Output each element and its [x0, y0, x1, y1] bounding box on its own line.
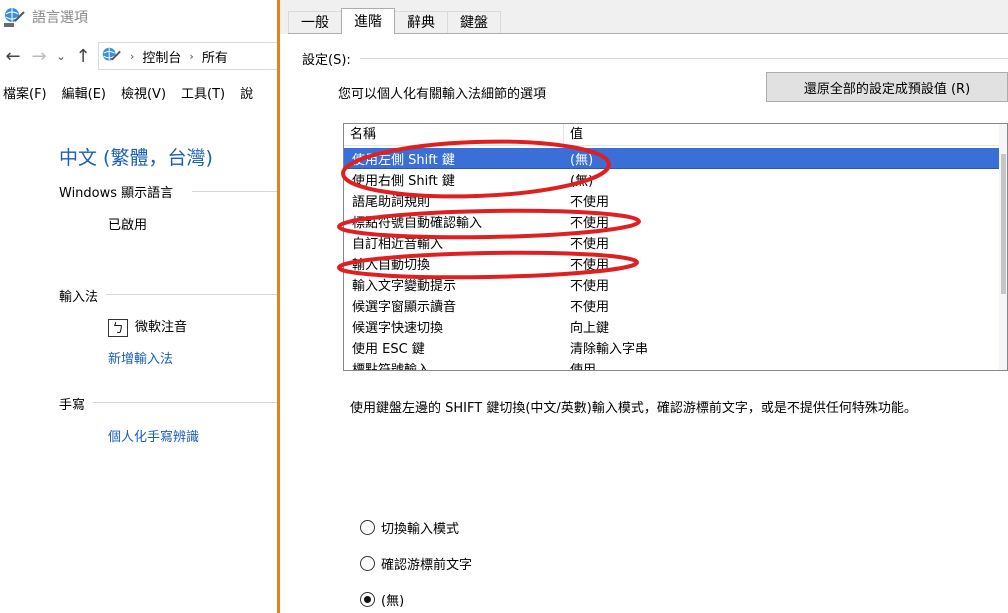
ime-settings-dialog: 一般 進階 辭典 鍵盤 設定(S): 您可以個人化有關輸入法細節的選項 還原全部… [280, 0, 1008, 613]
address-bar[interactable]: › 控制台 › 所有 [98, 42, 279, 70]
scrollbar-thumb[interactable] [1001, 154, 1006, 294]
table-row[interactable]: 標點符號自動確認輸入 不使用 [344, 211, 1000, 232]
display-language-status: 已啟用 [108, 218, 148, 233]
table-row[interactable]: 使用右側 Shift 鍵 (無) [344, 169, 1000, 190]
personalize-handwriting-link[interactable]: 個人化手寫辨識 [108, 426, 199, 445]
radio-label: (無) [381, 594, 405, 609]
table-row[interactable]: 語尾助詞規則 不使用 [344, 190, 1000, 211]
up-arrow-icon[interactable]: ↑ [70, 42, 96, 70]
setting-value: 不使用 [570, 300, 610, 315]
divider [192, 191, 279, 192]
divider [360, 58, 1008, 59]
setting-value: 不使用 [570, 258, 610, 273]
tab-general[interactable]: 一般 [288, 11, 342, 34]
divider [93, 402, 279, 403]
setting-value: 不使用 [570, 279, 610, 294]
setting-name: 候選字窗顯示讀音 [352, 300, 457, 315]
forward-arrow-icon[interactable]: → [26, 42, 52, 70]
setting-name: 使用 ESC 鍵 [352, 342, 425, 357]
radio-toggle-input-mode[interactable]: 切換輸入模式 [360, 518, 459, 537]
window-title: 語言選項 [32, 10, 88, 26]
column-value[interactable]: 值 [564, 124, 1007, 146]
setting-name: 自訂相近音輸入 [352, 237, 444, 252]
ime-name: 微軟注音 [135, 320, 188, 335]
settings-list[interactable]: 名稱 值 使用左側 Shift 鍵 (無) 使用右側 Shift 鍵 (無) 語尾助詞規… [343, 123, 1008, 371]
tab-strip: 一般 進階 辭典 鍵盤 [288, 8, 501, 34]
setting-value: (無) [570, 174, 594, 189]
radio-label: 確認游標前文字 [381, 558, 473, 573]
table-row[interactable]: 自訂相近音輸入 不使用 [344, 232, 1000, 253]
option-explanation: 使用鍵盤左邊的 SHIFT 鍵切換(中文/英數)輸入模式，確認游標前文字，或是不… [350, 401, 917, 416]
column-name[interactable]: 名稱 [344, 124, 564, 146]
bopomofo-icon: ㄅ [108, 318, 128, 337]
radio-label: 切換輸入模式 [381, 522, 460, 537]
page-title: 中文 (繁體，台灣) [59, 147, 213, 169]
setting-name: 輸入自動切換 [352, 258, 431, 273]
tab-panel-border [288, 33, 1008, 34]
chevron-right-icon: › [130, 49, 135, 63]
radio-button[interactable] [360, 556, 375, 571]
table-row[interactable]: 輸入自動切換 不使用 [344, 253, 1000, 274]
table-row[interactable]: 輸入文字變動提示 不使用 [344, 274, 1000, 295]
menu-file[interactable]: 檔案(F) [3, 83, 47, 102]
menu-tools[interactable]: 工具(T) [181, 83, 225, 102]
setting-name: 使用右側 Shift 鍵 [352, 174, 455, 189]
menu-view[interactable]: 檢視(V) [121, 83, 166, 102]
recent-dropdown-icon[interactable]: ⌄ [52, 42, 70, 70]
ime-entry[interactable]: ㄅ微軟注音 [108, 316, 187, 337]
breadcrumb-control-panel[interactable]: 控制台 [142, 47, 181, 66]
setting-name: 使用左側 Shift 鍵 [352, 153, 455, 168]
setting-value: 清除輸入字串 [570, 342, 649, 357]
radio-button[interactable] [360, 520, 375, 535]
setting-value: 不使用 [570, 195, 610, 210]
control-panel-icon [102, 47, 121, 61]
title-bar: 語言選項 [0, 0, 279, 34]
tab-keyboard[interactable]: 鍵盤 [447, 11, 501, 34]
table-row[interactable]: 候選字快速切換 向上鍵 [344, 316, 1000, 337]
divider [106, 294, 279, 295]
radio-none[interactable]: (無) [360, 590, 404, 609]
setting-value: 向上鍵 [570, 321, 610, 336]
setting-name: 輸入文字變動提示 [352, 279, 457, 294]
setting-value: 不使用 [570, 216, 610, 231]
menu-bar: 檔案(F) 編輯(E) 檢視(V) 工具(T) 說 [0, 80, 279, 104]
setting-name: 語尾助詞規則 [352, 195, 431, 210]
setting-name: 標點符號輸入 [352, 363, 431, 371]
setting-value: (無) [570, 153, 594, 168]
add-input-method-link[interactable]: 新增輸入法 [108, 348, 173, 367]
display-language-label: Windows 顯示語言 [59, 186, 174, 201]
language-options-window: 語言選項 ← → ⌄ ↑ › 控制台 › 所有 檔案(F) 編輯(E) 檢視(V… [0, 0, 279, 613]
reset-defaults-button[interactable]: 還原全部的設定成預設值 (R) [766, 72, 1008, 102]
settings-description: 您可以個人化有關輸入法細節的選項 [338, 87, 547, 102]
table-row[interactable]: 使用左側 Shift 鍵 (無) [344, 148, 1000, 169]
radio-confirm-text[interactable]: 確認游標前文字 [360, 554, 472, 573]
tab-dictionary[interactable]: 辭典 [394, 11, 448, 34]
back-arrow-icon[interactable]: ← [0, 42, 26, 70]
chevron-right-icon: › [189, 49, 194, 63]
breadcrumb-all[interactable]: 所有 [202, 47, 228, 66]
scrollbar[interactable] [999, 124, 1007, 370]
input-method-label: 輸入法 [59, 290, 99, 305]
tab-advanced[interactable]: 進階 [341, 8, 395, 34]
table-row[interactable]: 標點符號輸入 使用 [344, 358, 1000, 371]
table-row[interactable]: 候選字窗顯示讀音 不使用 [344, 295, 1000, 316]
setting-name: 標點符號自動確認輸入 [352, 216, 483, 231]
settings-label: 設定(S): [302, 53, 351, 68]
setting-value: 不使用 [570, 237, 610, 252]
table-row[interactable]: 使用 ESC 鍵 清除輸入字串 [344, 337, 1000, 358]
menu-edit[interactable]: 編輯(E) [62, 83, 106, 102]
list-rows: 使用左側 Shift 鍵 (無) 使用右側 Shift 鍵 (無) 語尾助詞規則 不使用標… [344, 148, 1000, 371]
setting-name: 候選字快速切換 [352, 321, 444, 336]
radio-button[interactable] [360, 592, 375, 607]
menu-help[interactable]: 說 [240, 83, 253, 102]
list-header: 名稱 值 [344, 124, 1007, 146]
navigation-bar: ← → ⌄ ↑ › 控制台 › 所有 [0, 40, 279, 72]
globe-keyboard-icon [4, 8, 25, 27]
handwriting-label: 手寫 [59, 398, 86, 413]
setting-value: 使用 [570, 363, 597, 371]
